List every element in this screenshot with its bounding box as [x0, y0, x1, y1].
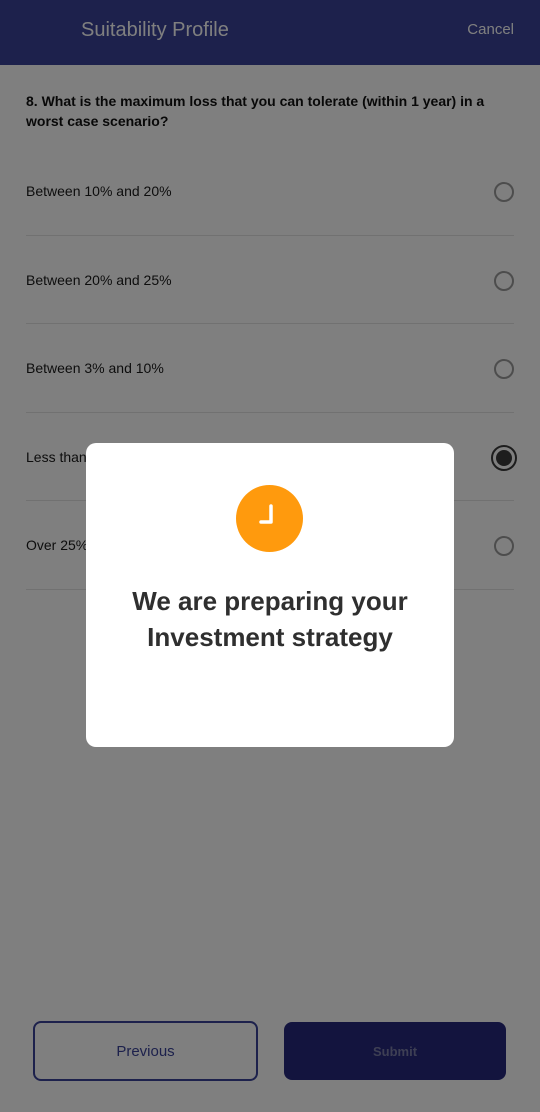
clock-icon — [236, 485, 303, 552]
loading-message: We are preparing your Investment strateg… — [86, 583, 454, 655]
loading-message-line-1: We are preparing your — [132, 586, 408, 616]
loading-message-line-2: Investment strategy — [147, 622, 393, 652]
loading-dialog: We are preparing your Investment strateg… — [86, 443, 454, 747]
